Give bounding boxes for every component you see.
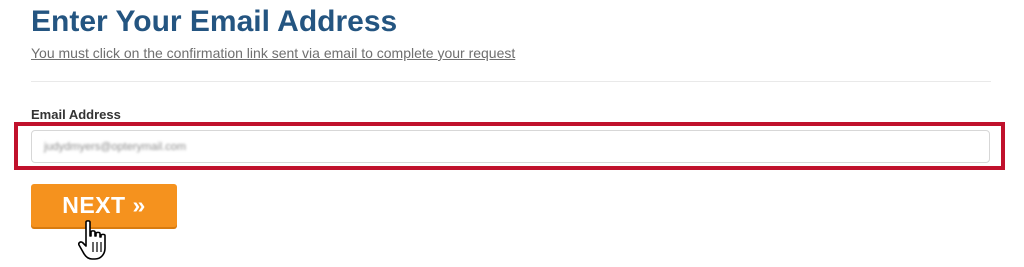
divider — [31, 81, 991, 82]
email-step-page: Enter Your Email Address You must click … — [0, 0, 1024, 267]
email-address-label: Email Address — [31, 107, 121, 122]
confirmation-note: You must click on the confirmation link … — [31, 45, 516, 61]
hand-pointer-icon — [78, 220, 106, 260]
page-title: Enter Your Email Address — [31, 5, 398, 38]
email-address-input[interactable] — [31, 130, 990, 163]
